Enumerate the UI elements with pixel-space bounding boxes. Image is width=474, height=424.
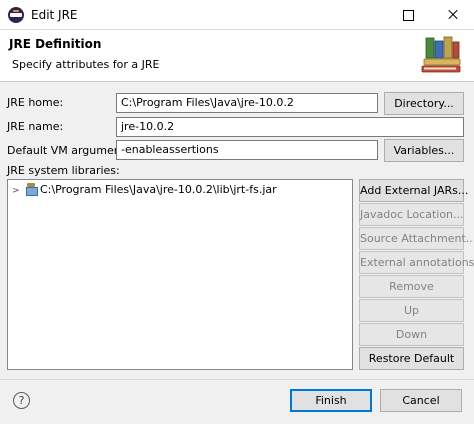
libraries-tree[interactable]: > C:\Program Files\Java\jre-10.0.2\lib\jr…	[7, 179, 353, 370]
add-external-jars-button[interactable]: Add External JARs...	[359, 179, 468, 202]
vm-args-field[interactable]: -enableassertions	[116, 140, 378, 160]
footer-separator	[0, 379, 474, 380]
jre-name-label: JRE name:	[7, 120, 64, 133]
list-item[interactable]: > C:\Program Files\Java\jre-10.0.2\lib\jr…	[12, 183, 277, 196]
close-button[interactable]	[430, 0, 474, 30]
remove-button[interactable]: Remove	[359, 275, 464, 298]
library-path: C:\Program Files\Java\jre-10.0.2\lib\jrt…	[40, 183, 277, 196]
restore-default-button[interactable]: Restore Default	[359, 347, 464, 370]
finish-button[interactable]: Finish	[290, 389, 372, 412]
books-icon	[421, 36, 461, 73]
maximize-button[interactable]	[385, 0, 431, 30]
header-title: JRE Definition	[9, 37, 102, 51]
jre-name-field[interactable]: jre-10.0.2	[116, 117, 464, 137]
external-annotations-button[interactable]: External annotations...	[359, 251, 474, 274]
window-title: Edit JRE	[31, 8, 78, 22]
libraries-label: JRE system libraries:	[7, 164, 120, 177]
title-bar: Edit JRE	[0, 0, 474, 30]
header-subtitle: Specify attributes for a JRE	[12, 58, 160, 71]
help-icon[interactable]: ?	[13, 392, 30, 409]
chevron-right-icon[interactable]: >	[12, 186, 22, 196]
variables-button[interactable]: Variables...	[384, 139, 464, 162]
dialog-header: JRE Definition Specify attributes for a …	[0, 30, 474, 82]
cancel-button[interactable]: Cancel	[380, 389, 462, 412]
jre-home-label: JRE home:	[7, 96, 64, 109]
up-button[interactable]: Up	[359, 299, 464, 322]
down-button[interactable]: Down	[359, 323, 464, 346]
jre-home-field[interactable]: C:\Program Files\Java\jre-10.0.2	[116, 93, 378, 113]
javadoc-location-button[interactable]: Javadoc Location...	[359, 203, 464, 226]
eclipse-icon	[8, 7, 24, 23]
directory-button[interactable]: Directory...	[384, 92, 464, 115]
source-attachment-button[interactable]: Source Attachment...	[359, 227, 474, 250]
jar-icon	[26, 183, 38, 196]
